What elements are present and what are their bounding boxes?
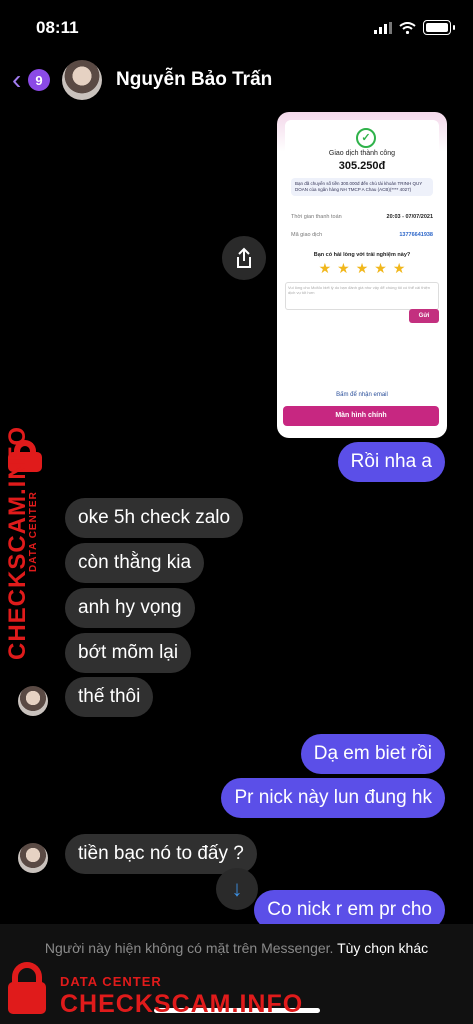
battery-icon: [423, 20, 451, 35]
sender-avatar[interactable]: [18, 686, 48, 716]
status-time: 08:11: [36, 18, 79, 37]
email-link: Bấm để nhận email: [336, 392, 388, 398]
back-chevron-icon[interactable]: ‹: [12, 66, 21, 94]
arrow-down-icon: ↓: [231, 876, 243, 901]
message-incoming[interactable]: tiền bạc nó to đấy ?: [65, 834, 257, 874]
receipt-note: Bạn đã chuyển số tiền 300.000đ đến chủ t…: [291, 178, 433, 196]
rating-stars: ★ ★ ★ ★ ★: [277, 260, 447, 277]
message-incoming[interactable]: thế thôi: [65, 677, 154, 717]
unavailable-notice: Người này hiện không có mặt trên Messeng…: [0, 938, 473, 958]
watermark-brand-bottom: CHECKSCAM.INFO: [60, 990, 304, 1018]
watermark-label-vertical: DATA CENTER: [28, 491, 39, 572]
message-outgoing[interactable]: Pr nick này lun đung hk: [221, 778, 445, 818]
watermark-lock-icon-bottom: [8, 962, 46, 1016]
contact-avatar[interactable]: [62, 60, 102, 100]
contact-name[interactable]: Nguyễn Bảo Trấn: [116, 69, 272, 91]
message-outgoing[interactable]: Dạ em biet rồi: [300, 734, 445, 774]
status-icons: [374, 20, 455, 35]
time-label: Thời gian thanh toán: [291, 214, 342, 220]
receipt-amount: 305.250đ: [338, 160, 386, 172]
share-button[interactable]: [222, 236, 266, 280]
more-options-link[interactable]: Tùy chọn khác: [337, 940, 428, 956]
receipt-title: Giao dịch thành công: [328, 150, 396, 157]
receipt-time-row: Thời gian thanh toán 20:03 - 07/07/2021: [291, 214, 433, 220]
star-icon: ★: [355, 260, 369, 276]
sender-avatar[interactable]: [18, 843, 48, 873]
code-value: 13776641938: [399, 232, 433, 238]
message-outgoing[interactable]: Rồi nha a: [337, 442, 445, 482]
receipt-card: ✓ Giao dịch thành công 305.250đ Bạn đã c…: [285, 120, 439, 240]
star-icon: ★: [374, 260, 387, 276]
shared-image[interactable]: ✓ Giao dịch thành công 305.250đ Bạn đã c…: [277, 112, 447, 438]
send-button: Gửi: [409, 309, 439, 323]
message-incoming[interactable]: anh hy vọng: [65, 588, 195, 628]
message-incoming[interactable]: còn thằng kia: [65, 543, 205, 583]
wifi-icon: [399, 21, 416, 34]
home-screen-button: Màn hình chính: [283, 406, 439, 426]
rating-question: Bạn có hài lòng với trải nghiệm này?: [313, 252, 411, 258]
code-label: Mã giao dịch: [291, 232, 323, 238]
unread-badge[interactable]: 9: [28, 69, 50, 91]
share-icon: [237, 247, 251, 268]
time-value: 20:03 - 07/07/2021: [386, 214, 433, 220]
message-incoming[interactable]: bớt mõm lại: [65, 633, 192, 673]
scroll-down-button[interactable]: ↓: [216, 868, 258, 910]
feedback-box: Vui lòng cho MoMo biết lý do bạn đánh gi…: [285, 282, 439, 310]
watermark-label-bottom: DATA CENTER: [60, 974, 162, 989]
star-icon: ★: [392, 260, 406, 276]
star-icon: ★: [337, 260, 350, 276]
receipt-code-row: Mã giao dịch 13776641938: [291, 232, 433, 238]
star-icon: ★: [318, 260, 332, 276]
message-incoming[interactable]: oke 5h check zalo: [65, 498, 244, 538]
notice-text: Người này hiện không có mặt trên Messeng…: [44, 940, 334, 956]
signal-icon: [374, 21, 392, 34]
success-check-icon: ✓: [356, 128, 376, 148]
